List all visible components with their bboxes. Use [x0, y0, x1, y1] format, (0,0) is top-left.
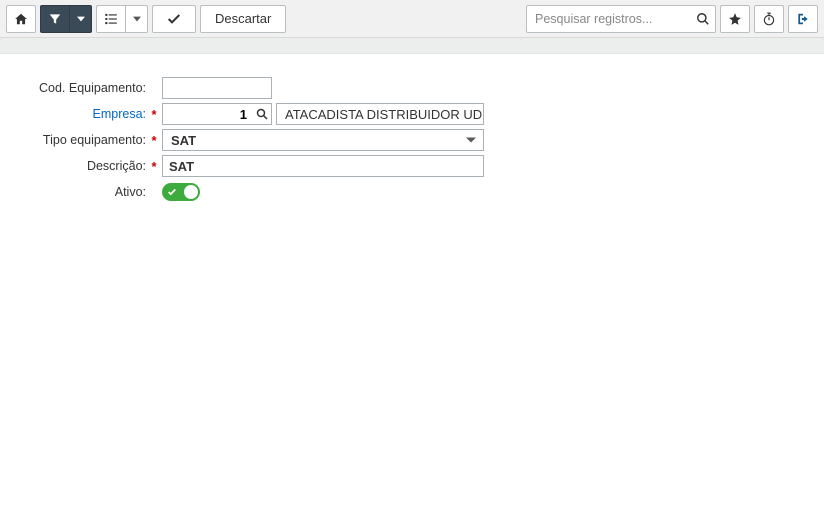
tipo-equipamento-select[interactable]: SAT: [162, 129, 484, 151]
search-box: [526, 5, 716, 33]
label-ativo: Ativo:: [20, 185, 150, 199]
filter-dropdown-button[interactable]: [70, 5, 92, 33]
timer-button[interactable]: [754, 5, 784, 33]
list-button[interactable]: [96, 5, 126, 33]
label-empresa[interactable]: Empresa:: [20, 107, 150, 121]
search-input[interactable]: [526, 5, 716, 33]
confirm-button[interactable]: [152, 5, 196, 33]
exit-icon: [796, 12, 810, 26]
check-icon: [167, 187, 177, 197]
ativo-toggle[interactable]: [162, 183, 200, 201]
label-cod-equipamento: Cod. Equipamento:: [20, 81, 150, 95]
caret-down-icon: [77, 15, 85, 23]
form-panel: Cod. Equipamento: * Empresa: * ATACADIST…: [0, 54, 824, 204]
empresa-lookup: [162, 103, 272, 125]
favorite-button[interactable]: [720, 5, 750, 33]
filter-button[interactable]: [40, 5, 70, 33]
toggle-knob: [184, 185, 198, 199]
empresa-name-display: ATACADISTA DISTRIBUIDOR UD: [276, 103, 484, 125]
cod-equipamento-input[interactable]: [162, 77, 272, 99]
stopwatch-icon: [762, 12, 776, 26]
caret-down-icon: [133, 15, 141, 23]
home-button[interactable]: [6, 5, 36, 33]
label-tipo-equipamento: Tipo equipamento:: [20, 133, 150, 147]
check-icon: [166, 11, 182, 27]
required-marker: *: [150, 159, 158, 174]
star-icon: [728, 12, 742, 26]
list-icon: [104, 12, 118, 26]
tipo-equipamento-selected: SAT: [162, 129, 484, 151]
toolbar: Descartar: [0, 0, 824, 38]
required-marker: *: [150, 107, 158, 122]
label-descricao: Descrição:: [20, 159, 150, 173]
search-icon[interactable]: [696, 12, 710, 26]
list-split-button: [96, 5, 148, 33]
filter-icon: [48, 12, 62, 26]
list-dropdown-button[interactable]: [126, 5, 148, 33]
descricao-input[interactable]: [162, 155, 484, 177]
chevron-down-icon: [466, 138, 476, 143]
discard-button[interactable]: Descartar: [200, 5, 286, 33]
filter-split-button: [40, 5, 92, 33]
sub-toolbar: [0, 38, 824, 54]
home-icon: [14, 12, 28, 26]
required-marker: *: [150, 133, 158, 148]
exit-button[interactable]: [788, 5, 818, 33]
lookup-search-icon[interactable]: [256, 108, 268, 120]
